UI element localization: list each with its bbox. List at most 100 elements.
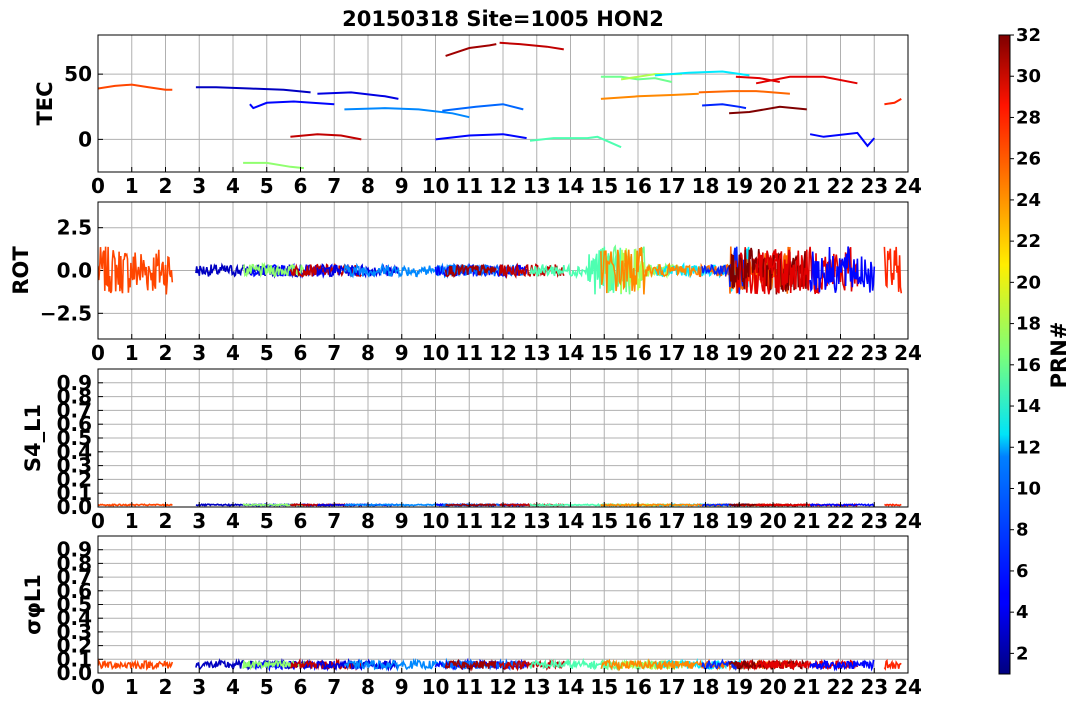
y-tick-label: 50 [64, 62, 92, 86]
x-tick-label: 17 [658, 341, 686, 365]
x-tick-label: 14 [557, 509, 585, 533]
panel-data [98, 657, 902, 672]
x-tick-label: 2 [159, 675, 173, 699]
trace-prn5 [809, 246, 876, 293]
x-tick-label: 8 [361, 675, 375, 699]
x-tick-label: 19 [725, 675, 753, 699]
x-tick-label: 1 [125, 509, 139, 533]
tec-series-prn17 [243, 161, 304, 170]
x-tick-label: 20 [759, 341, 787, 365]
x-tick-label: 6 [294, 675, 308, 699]
panels: 0500 1 2 3 4 5 6 7 8 9 10 11 12 13 14 15 16 17 18 19 20 21 22 2… [9, 34, 922, 699]
colorbar-tick-label: 6 [1016, 561, 1029, 582]
x-tick-label: 17 [658, 509, 686, 533]
x-tick-label: 11 [455, 509, 483, 533]
x-tick-label: 11 [455, 174, 483, 198]
trace-prn26 [98, 658, 174, 671]
x-tick-label: 22 [827, 174, 855, 198]
x-tick-label: 18 [692, 341, 720, 365]
x-tick-label: 5 [260, 341, 274, 365]
x-tick-label: 24 [894, 174, 922, 198]
tec-series-prn31 [445, 43, 497, 57]
x-tick-label: 12 [489, 341, 517, 365]
x-tick-label: 21 [793, 341, 821, 365]
x-tick-label: 19 [725, 341, 753, 365]
x-tick-label: 7 [327, 509, 341, 533]
x-tick-label: 0 [91, 509, 105, 533]
colorbar-tick-label: 18 [1016, 314, 1041, 335]
x-tick-label: 3 [192, 509, 206, 533]
y-tick-label: 0.9 [57, 538, 92, 562]
colorbar-tick-label: 28 [1016, 107, 1041, 128]
tec-series-prn3 [195, 86, 311, 94]
x-tick-label: 24 [894, 675, 922, 699]
x-tick-label: 10 [422, 341, 450, 365]
x-tick-label: 6 [294, 341, 308, 365]
x-tick-label: 22 [827, 675, 855, 699]
colorbar-tick-label: 22 [1016, 231, 1041, 252]
tec-series-prn30 [499, 41, 564, 51]
x-tick-label: 22 [827, 509, 855, 533]
x-tick-label: 16 [624, 341, 652, 365]
x-tick-label: 13 [523, 675, 551, 699]
x-tick-label: 1 [125, 675, 139, 699]
x-tick-label: 18 [692, 675, 720, 699]
x-tick-label: 2 [159, 174, 173, 198]
x-tick-label: 12 [489, 509, 517, 533]
trace-prn27 [883, 658, 902, 671]
y-axis-label: σφL1 [21, 574, 45, 635]
x-tick-label: 9 [395, 675, 409, 699]
colorbar-tick-label: 12 [1016, 437, 1041, 458]
colorbar-gradient [998, 34, 1011, 675]
x-tick-label: 10 [422, 509, 450, 533]
x-tick-label: 0 [91, 341, 105, 365]
x-tick-label: 16 [624, 509, 652, 533]
x-tick-label: 7 [327, 341, 341, 365]
panel-3: 0.00.10.20.30.40.50.60.70.80.90 1 2 3 4 5 6 7 8 9… [21, 368, 922, 533]
tec-series-prn12 [654, 70, 750, 77]
x-tick-label: 12 [489, 675, 517, 699]
x-tick-label: 3 [192, 174, 206, 198]
chart-title: 20150318 Site=1005 HON2 [342, 7, 664, 31]
x-tick-label: 2 [159, 509, 173, 533]
x-tick-label: 13 [523, 174, 551, 198]
x-tick-label: 14 [557, 675, 585, 699]
x-tick-label: 3 [192, 675, 206, 699]
x-tick-label: 7 [327, 675, 341, 699]
x-tick-label: 12 [489, 174, 517, 198]
y-tick-label: 0 [78, 127, 92, 151]
x-tick-label: 20 [759, 675, 787, 699]
x-tick-label: 23 [860, 509, 888, 533]
x-tick-label: 13 [523, 509, 551, 533]
x-tick-label: 1 [125, 341, 139, 365]
panel-4: 0.00.10.20.30.40.50.60.70.80.90 1 2 3 4 5 6 7 8 9… [21, 535, 922, 699]
x-tick-label: 22 [827, 341, 855, 365]
panel-2: −2.50.02.50 1 2 3 4 5 6 7 8 9 10 11 12 13 14 15 16 17 18 19… [9, 201, 922, 365]
x-tick-label: 23 [860, 174, 888, 198]
colorbar-tick-label: 2 [1016, 643, 1029, 664]
x-tick-label: 8 [361, 174, 375, 198]
panel-data [98, 41, 902, 170]
x-tick-label: 3 [192, 341, 206, 365]
tec-series-prn25 [698, 90, 790, 95]
x-tick-label: 24 [894, 509, 922, 533]
trace-prn27 [884, 503, 902, 507]
x-tick-label: 4 [226, 174, 240, 198]
x-tick-label: 8 [361, 509, 375, 533]
x-tick-label: 11 [455, 341, 483, 365]
x-tick-label: 21 [793, 675, 821, 699]
x-tick-label: 10 [422, 174, 450, 198]
x-tick-label: 23 [860, 675, 888, 699]
y-axis-label: ROT [9, 246, 33, 295]
tec-series-prn8 [442, 103, 524, 112]
x-tick-label: 17 [658, 675, 686, 699]
x-tick-label: 20 [759, 509, 787, 533]
x-tick-label: 21 [793, 509, 821, 533]
x-tick-label: 24 [894, 341, 922, 365]
tec-series-prn27 [884, 98, 902, 106]
x-tick-label: 4 [226, 341, 240, 365]
y-tick-label: 0.9 [57, 371, 92, 395]
x-tick-label: 0 [91, 174, 105, 198]
x-tick-label: 6 [294, 174, 308, 198]
x-tick-label: 15 [590, 509, 618, 533]
